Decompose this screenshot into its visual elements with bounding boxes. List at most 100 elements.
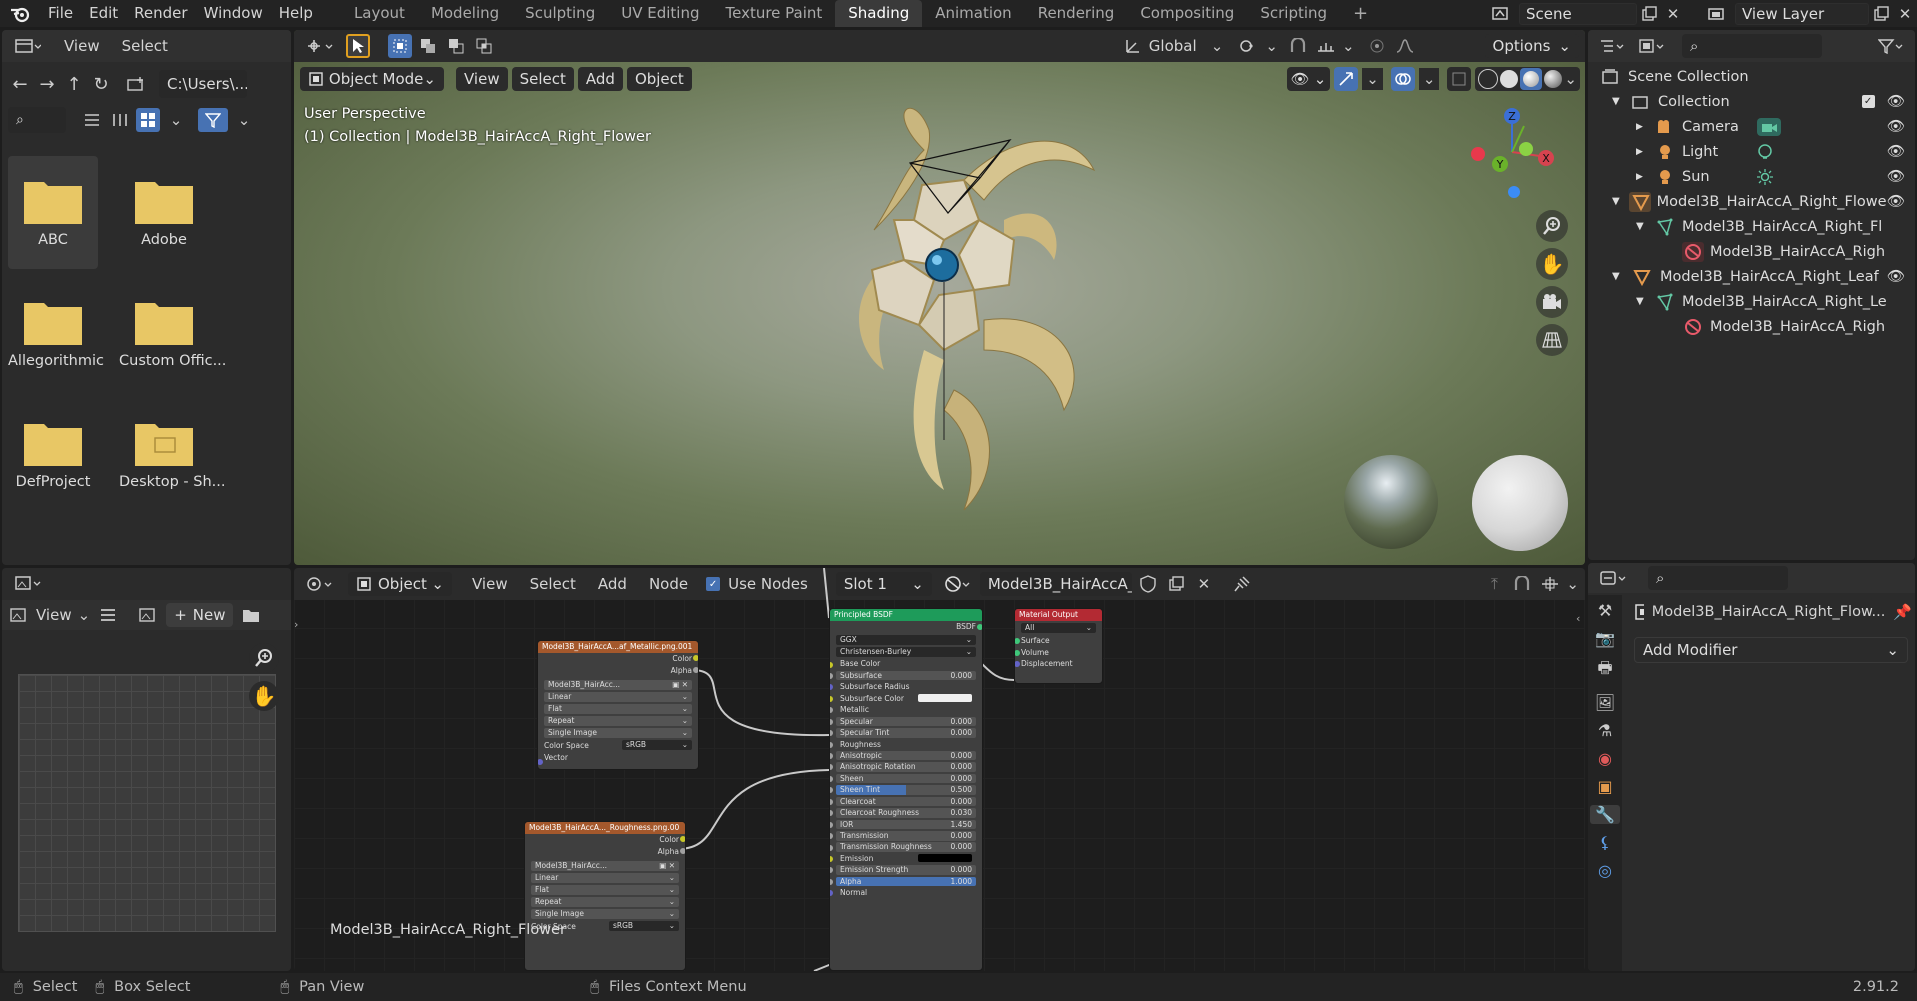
input-socket[interactable] <box>830 798 833 805</box>
extension-dropdown[interactable]: Repeat ⌄ <box>544 716 692 726</box>
input-socket[interactable] <box>830 775 833 782</box>
properties-search-input[interactable]: ⌕ <box>1648 566 1788 590</box>
view-layer-tab-icon[interactable]: 🖼 <box>1595 693 1615 712</box>
bsdf-input-row[interactable]: Anisotropic 0.000 <box>830 750 976 761</box>
navigation-gizmo[interactable]: Z X Y <box>1464 102 1560 198</box>
pin-icon[interactable]: 📌 <box>1893 603 1912 621</box>
solid-shading-icon[interactable] <box>1500 70 1519 88</box>
scene-tab-icon[interactable]: ⚗ <box>1598 721 1612 740</box>
viewport-pan-hand-icon[interactable]: ✋ <box>1536 248 1568 280</box>
render-tab-icon[interactable]: 📷 <box>1595 629 1615 648</box>
xray-toggle[interactable] <box>1447 67 1472 91</box>
camera-view-icon[interactable] <box>1536 286 1568 318</box>
tab-uv-editing[interactable]: UV Editing <box>608 0 712 27</box>
viewport-menu-add[interactable]: Add <box>577 67 623 91</box>
eye-icon[interactable]: 👁 <box>1887 93 1905 110</box>
properties-type-icon[interactable] <box>1594 566 1634 590</box>
menu-file[interactable]: File <box>40 0 81 27</box>
new-scene-icon[interactable] <box>1637 2 1661 26</box>
eye-icon[interactable]: 👁 <box>1887 118 1905 135</box>
select-subtract-mode-icon[interactable] <box>444 34 468 58</box>
snap-increment-icon[interactable] <box>1314 34 1338 58</box>
input-socket[interactable] <box>830 718 833 725</box>
collapse-sidebar-arrow-icon[interactable]: ‹ <box>1576 612 1580 625</box>
output-socket[interactable] <box>680 836 685 842</box>
tab-animation[interactable]: Animation <box>922 0 1024 27</box>
bsdf-input-row[interactable]: Specular 0.000 <box>830 716 976 727</box>
source-dropdown[interactable]: Single Image ⌄ <box>531 909 679 919</box>
tab-rendering[interactable]: Rendering <box>1025 0 1128 27</box>
bsdf-input-row[interactable]: Normal <box>830 887 976 898</box>
input-socket[interactable] <box>830 730 833 737</box>
viewport-zoom-icon[interactable] <box>1536 210 1568 242</box>
view-layer-icon[interactable] <box>1699 2 1735 26</box>
outliner-row-leaf-mesh[interactable]: ▼ Model3B_HairAccA_Right_Le <box>1588 289 1915 314</box>
editor-type-icon[interactable] <box>8 34 48 58</box>
menu-help[interactable]: Help <box>271 0 321 27</box>
input-socket[interactable] <box>830 661 833 668</box>
file-search-input[interactable]: ⌕ <box>8 107 66 133</box>
input-socket[interactable] <box>830 672 833 679</box>
horizontal-list-icon[interactable] <box>108 108 132 132</box>
source-dropdown[interactable]: Single Image ⌄ <box>544 728 692 738</box>
thumbnails-icon[interactable] <box>136 108 160 132</box>
outliner-row-leaf[interactable]: ▼ Model3B_HairAccA_Right_Leaf 👁 <box>1588 264 1915 289</box>
object-mode-dropdown[interactable]: Object Mode ⌄ <box>300 67 444 91</box>
outliner-row-flower[interactable]: ▼ Model3B_HairAccA_Right_Flowe 👁 <box>1588 189 1915 214</box>
image-texture-node-metallic[interactable]: Model3B_HairAccA...af_Metallic.png.001 C… <box>537 640 699 770</box>
bsdf-input-row[interactable]: Sheen 0.000 <box>830 773 976 784</box>
material-output-node[interactable]: Material Output All ⌄ Surface Volume Disp… <box>1014 608 1103 684</box>
view-layer-selector[interactable]: View Layer <box>1735 2 1869 25</box>
delete-view-layer-icon[interactable]: ✕ <box>1893 2 1917 26</box>
tab-scripting[interactable]: Scripting <box>1247 0 1340 27</box>
expand-arrow-icon[interactable]: ▶ <box>1636 147 1650 157</box>
outliner-row-scene-collection[interactable]: Scene Collection <box>1588 64 1915 89</box>
node-editor-panel[interactable]: Object ⌄ View Select Add Node ✓ Use Nodes… <box>294 568 1585 971</box>
proportional-editing-icon[interactable] <box>1365 34 1389 58</box>
image-selector[interactable]: Model3B_HairAcc... ▣ ✕ <box>531 861 679 871</box>
file-menu-select[interactable]: Select <box>122 37 168 55</box>
folder-item[interactable]: Adobe <box>119 156 209 248</box>
tab-texture-paint[interactable]: Texture Paint <box>712 0 835 27</box>
select-cursor-tool-icon[interactable] <box>346 34 370 58</box>
color-space-row[interactable]: Color Space sRGB ⌄ <box>538 740 698 752</box>
add-modifier-dropdown[interactable]: Add Modifier ⌄ <box>1634 637 1908 663</box>
shading-chevron-icon[interactable]: ⌄ <box>1564 70 1577 88</box>
camera-wireframe[interactable] <box>908 138 1018 218</box>
view-chevron-icon[interactable]: ⌄ <box>78 606 91 624</box>
output-socket[interactable] <box>680 848 685 854</box>
snap-chevron-icon[interactable]: ⌄ <box>1342 37 1355 55</box>
outliner-row-collection[interactable]: ▼ Collection ✓ 👁 <box>1588 89 1915 114</box>
modifier-wrench-tab-icon[interactable]: 🔧 <box>1590 805 1620 824</box>
image-texture-node-roughness[interactable]: Model3B_HairAccA..._Roughness.png.00 Col… <box>524 821 686 971</box>
menu-render[interactable]: Render <box>126 0 195 27</box>
open-image-icon[interactable] <box>239 603 263 627</box>
viewport-editor-type-icon[interactable] <box>300 34 340 58</box>
bsdf-input-row[interactable]: Specular Tint 0.000 <box>830 727 976 738</box>
particles-tab-icon[interactable]: ⚸ <box>1599 833 1611 852</box>
input-socket[interactable] <box>830 753 833 759</box>
input-socket[interactable] <box>1015 638 1020 644</box>
input-socket[interactable] <box>830 741 833 748</box>
principled-bsdf-node[interactable]: Principled BSDF BSDF GGX ⌄ Christensen-Bu… <box>829 608 983 971</box>
select-extend-mode-icon[interactable] <box>416 34 440 58</box>
overlays-chevron-icon[interactable]: ⌄ <box>1418 68 1440 90</box>
back-arrow-icon[interactable]: ← <box>8 72 32 96</box>
select-new-mode-icon[interactable] <box>388 34 412 58</box>
options-dropdown[interactable]: Options ⌄ <box>1484 34 1579 58</box>
hamburger-menu-icon[interactable] <box>96 603 120 627</box>
bsdf-input-row[interactable]: Transmission Roughness 0.000 <box>830 842 976 853</box>
new-view-layer-icon[interactable] <box>1869 2 1893 26</box>
input-socket[interactable] <box>830 878 833 885</box>
sun-data-icon[interactable] <box>1756 168 1774 186</box>
bsdf-input-row[interactable]: Emission <box>830 853 976 864</box>
output-socket[interactable] <box>693 655 698 661</box>
input-socket[interactable] <box>1015 650 1020 656</box>
input-socket[interactable] <box>538 759 543 765</box>
bsdf-input-row[interactable]: Roughness <box>830 739 976 750</box>
outliner-row-flower-mesh[interactable]: ▼ Model3B_HairAccA_Right_Fl <box>1588 214 1915 239</box>
image-canvas-grid[interactable] <box>18 674 276 932</box>
camera-data-icon[interactable] <box>1756 117 1781 136</box>
pan-hand-icon[interactable]: ✋ <box>249 681 279 711</box>
bsdf-input-row[interactable]: Sheen Tint 0.500 <box>830 784 976 795</box>
